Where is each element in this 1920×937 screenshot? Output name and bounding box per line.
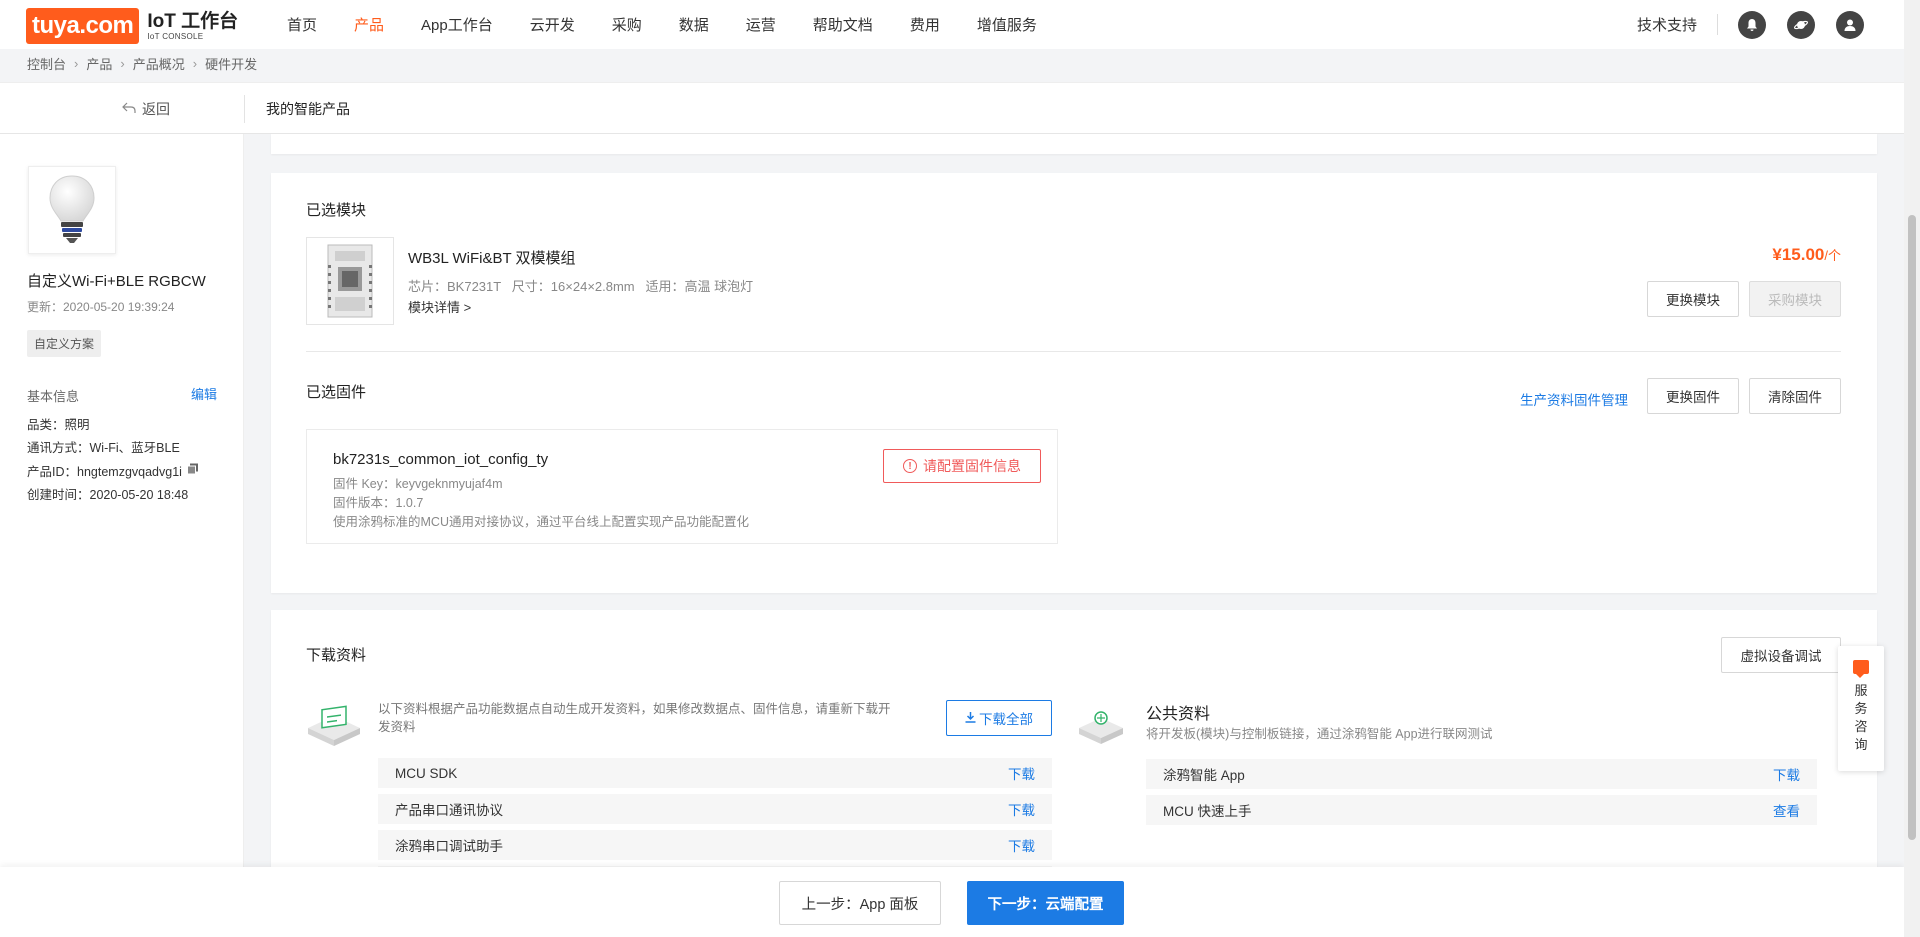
light-bulb-icon (49, 175, 95, 243)
download-all-button[interactable]: 下载全部 (946, 700, 1052, 736)
module-spec: 芯片：BK7231T 尺寸：16×24×2.8mm 适用：高温 球泡灯 (408, 279, 754, 294)
download-row-serial-assistant: 涂鸦串口调试助手 下载 (378, 830, 1052, 860)
public-docs-title: 公共资料 (1146, 706, 1211, 723)
nav-home[interactable]: 首页 (287, 14, 317, 35)
dev-docs-icon (306, 702, 362, 748)
page-title: 我的智能产品 (266, 101, 350, 117)
back-arrow-icon (122, 101, 136, 117)
chat-icon (1853, 660, 1869, 678)
downloads-description: 以下资料根据产品功能数据点自动生成开发资料，如果修改数据点、固件信息，请重新下载… (378, 702, 891, 734)
firmware-name: bk7231s_common_iot_config_ty (333, 451, 549, 468)
download-row-mcu-sdk: MCU SDK 下载 (378, 758, 1052, 788)
download-serial-assistant-link[interactable]: 下载 (1008, 835, 1035, 855)
bell-icon[interactable] (1738, 10, 1766, 39)
info-protocol: 通讯方式：Wi-Fi、蓝牙BLE (27, 441, 180, 455)
firmware-description: 使用涂鸦标准的MCU通用对接协议，通过平台线上配置实现产品功能配置化 (333, 515, 749, 529)
view-mcu-quickstart-link[interactable]: 查看 (1773, 800, 1800, 820)
logo-badge: tuya.com (26, 8, 140, 44)
downloads-section-title: 下载资料 (306, 647, 367, 664)
service-consult-button[interactable]: 服务咨询 (1838, 646, 1884, 771)
download-tuya-app-link[interactable]: 下载 (1773, 764, 1800, 784)
nav-operations[interactable]: 运营 (746, 14, 776, 35)
configure-firmware-button[interactable]: ! 请配置固件信息 (883, 449, 1041, 483)
download-mcu-sdk-link[interactable]: 下载 (1008, 763, 1035, 783)
nav-fees[interactable]: 费用 (910, 14, 940, 35)
info-created: 创建时间：2020-05-20 18:48 (27, 488, 189, 502)
next-step-button[interactable]: 下一步：云端配置 (967, 881, 1124, 925)
step-footer: 上一步：App 面板 下一步：云端配置 (0, 867, 1904, 937)
download-icon (965, 711, 976, 726)
nav-data[interactable]: 数据 (679, 14, 709, 35)
virtual-device-debug-button[interactable]: 虚拟设备调试 (1721, 637, 1841, 673)
download-serial-protocol-link[interactable]: 下载 (1008, 799, 1035, 819)
logo-subtitle: IoT CONSOLE (147, 31, 204, 41)
planet-icon[interactable] (1787, 10, 1815, 39)
breadcrumb: 控制台 › 产品 › 产品概况 › 硬件开发 (27, 54, 257, 73)
buy-module-button[interactable]: 采购模块 (1749, 281, 1841, 317)
public-docs-description: 将开发板(模块)与控制板链接，通过涂鸦智能 App进行联网测试 (1146, 727, 1493, 741)
nav-value-added[interactable]: 增值服务 (977, 14, 1037, 35)
nav-cloud-dev[interactable]: 云开发 (530, 14, 575, 35)
download-row-serial-protocol: 产品串口通讯协议 下载 (378, 794, 1052, 824)
nav-help-docs[interactable]: 帮助文档 (813, 14, 873, 35)
warning-icon: ! (903, 459, 917, 473)
user-icon[interactable] (1836, 10, 1864, 39)
change-module-button[interactable]: 更换模块 (1647, 281, 1739, 317)
breadcrumb-overview[interactable]: 产品概况 (133, 54, 185, 73)
breadcrumb-console[interactable]: 控制台 (27, 54, 66, 73)
back-button[interactable]: 返回 (122, 99, 170, 119)
breadcrumb-hardware: 硬件开发 (205, 57, 258, 72)
product-tag: 自定义方案 (27, 330, 102, 357)
page-scrollbar[interactable] (1904, 0, 1920, 937)
production-firmware-link[interactable]: 生产资料固件管理 (1520, 389, 1628, 409)
clear-firmware-button[interactable]: 清除固件 (1749, 378, 1841, 414)
basic-info-title: 基本信息 (27, 389, 80, 404)
module-price: ¥15.00/个 (1772, 245, 1841, 264)
module-name: WB3L WiFi&BT 双模模组 (408, 250, 576, 267)
firmware-key: 固件 Key：keyvgeknmyujaf4m (333, 477, 503, 491)
chevron-right-icon: › (74, 56, 79, 71)
firmware-section-title: 已选固件 (306, 384, 367, 401)
main-menu: 首页 产品 App工作台 云开发 采购 数据 运营 帮助文档 费用 增值服务 (287, 0, 1074, 49)
chevron-right-icon: › (192, 56, 198, 71)
scrollbar-thumb[interactable] (1908, 215, 1916, 840)
change-firmware-button[interactable]: 更换固件 (1647, 378, 1739, 414)
public-row-mcu-quickstart: MCU 快速上手 查看 (1146, 795, 1817, 825)
info-product-id: 产品ID：hngtemzgvqadvg1i (27, 461, 199, 480)
sub-header: 返回 我的智能产品 (0, 82, 1904, 134)
nav-app-workbench[interactable]: App工作台 (421, 14, 493, 35)
public-docs-icon (1077, 706, 1133, 752)
downloads-card: 下载资料 虚拟设备调试 以下资料根据产品功能数据点自动生成开发资料，如果修改数据… (271, 610, 1877, 910)
logo-title: IoT 工作台 (147, 10, 239, 32)
firmware-version: 固件版本：1.0.7 (333, 496, 424, 510)
module-image (306, 237, 394, 325)
module-detail-link[interactable]: 模块详情 > (408, 297, 471, 316)
module-firmware-card: 已选模块 WB3L WiFi&BT 双模模组 芯片：BK7231T 尺寸：16×… (271, 173, 1877, 593)
nav-purchase[interactable]: 采购 (612, 14, 642, 35)
breadcrumb-product[interactable]: 产品 (86, 54, 112, 73)
top-navbar: tuya.com IoT 工作台 IoT CONSOLE 首页 产品 App工作… (0, 0, 1904, 49)
tuya-logo[interactable]: tuya.com IoT 工作台 IoT CONSOLE (26, 8, 238, 44)
prev-step-button[interactable]: 上一步：App 面板 (779, 881, 941, 925)
product-sidebar: 自定义Wi-Fi+BLE RGBCW 更新：2020-05-20 19:39:2… (0, 134, 244, 937)
copy-icon[interactable] (186, 463, 199, 478)
product-updated: 更新：2020-05-20 19:39:24 (27, 300, 175, 314)
product-image (28, 166, 116, 254)
public-row-tuya-app: 涂鸦智能 App 下载 (1146, 759, 1817, 789)
nav-product[interactable]: 产品 (354, 14, 384, 35)
firmware-box: bk7231s_common_iot_config_ty 固件 Key：keyv… (306, 429, 1058, 544)
edit-link[interactable]: 编辑 (191, 384, 217, 403)
tech-support-link[interactable]: 技术支持 (1637, 14, 1718, 35)
previous-card-edge (271, 134, 1877, 154)
product-name: 自定义Wi-Fi+BLE RGBCW (27, 273, 206, 290)
info-category: 品类：照明 (27, 418, 90, 432)
chevron-right-icon: › (120, 56, 125, 71)
module-section-title: 已选模块 (306, 202, 367, 219)
